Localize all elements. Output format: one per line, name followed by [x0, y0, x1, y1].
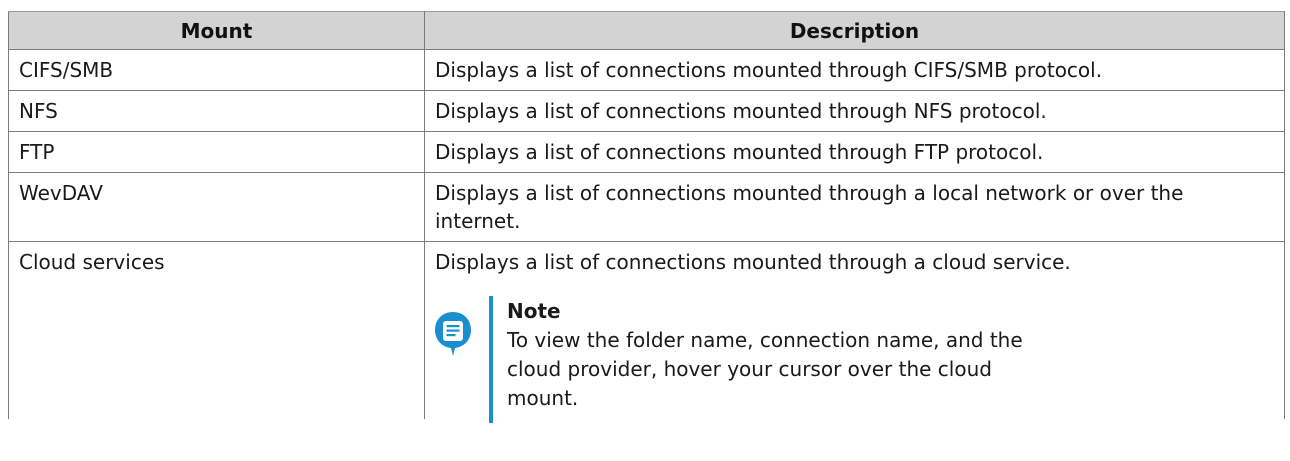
mount-table: Mount Description CIFS/SMB Displays a li… [8, 11, 1285, 423]
header-description: Description [424, 11, 1285, 50]
note-icon [435, 312, 471, 356]
description-cell: Displays a list of connections mounted t… [424, 172, 1285, 242]
table-header-row: Mount Description [8, 11, 1285, 50]
mount-cell: WevDAV [8, 172, 425, 242]
note-title: Note [507, 299, 561, 323]
mount-cell: NFS [8, 90, 425, 132]
header-mount: Mount [8, 11, 425, 50]
table-row: NFS Displays a list of connections mount… [8, 90, 1285, 132]
description-cell: Displays a list of connections mounted t… [424, 49, 1285, 91]
mount-cell: Cloud services [8, 241, 425, 419]
table-row: FTP Displays a list of connections mount… [8, 131, 1285, 173]
description-text: Displays a list of connections mounted t… [435, 250, 1071, 274]
mount-cell: FTP [8, 131, 425, 173]
description-cell: Displays a list of connections mounted t… [424, 131, 1285, 173]
description-cell-with-note: Displays a list of connections mounted t… [424, 241, 1285, 423]
table-row: CIFS/SMB Displays a list of connections … [8, 49, 1285, 91]
table-row: WevDAV Displays a list of connections mo… [8, 172, 1285, 242]
note-callout: Note To view the folder name, connection… [433, 296, 1274, 423]
note-accent-bar [489, 296, 493, 423]
mount-cell: CIFS/SMB [8, 49, 425, 91]
description-cell: Displays a list of connections mounted t… [424, 90, 1285, 132]
note-body: Note To view the folder name, connection… [507, 296, 1047, 413]
note-text: To view the folder name, connection name… [507, 328, 1023, 410]
table-row: Cloud services Displays a list of connec… [8, 241, 1285, 423]
